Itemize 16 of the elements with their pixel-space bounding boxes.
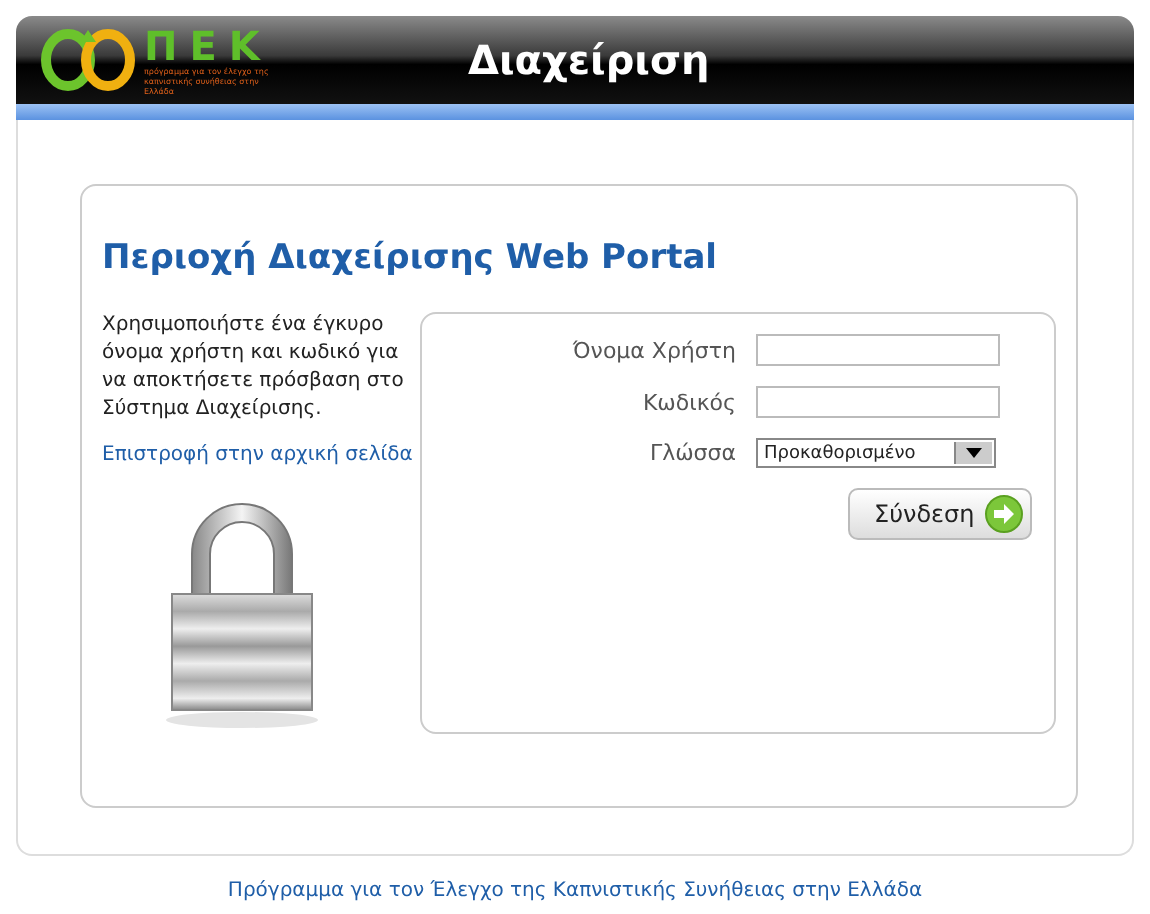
field-label: Γλώσσα bbox=[647, 440, 736, 466]
home-link[interactable]: Επιστροφή στην αρχική σελίδα bbox=[102, 444, 420, 466]
username-field[interactable] bbox=[755, 334, 1000, 366]
logo-icon bbox=[40, 26, 136, 94]
password-field[interactable] bbox=[755, 386, 1000, 418]
footer-text: Πρόγραμμα για τον Έλεγχο της Καπνιστικής Συνήθειας στην Ελλάδα bbox=[225, 880, 925, 902]
page-title: Διαχείριση bbox=[468, 36, 710, 84]
login-button[interactable]: Σύνδεση bbox=[847, 488, 1033, 540]
panel-title: Περιοχή Διαχείρισης Web Portal bbox=[102, 238, 720, 278]
logo-text: ΠΕΚ bbox=[144, 25, 274, 65]
arrow-right-icon bbox=[984, 494, 1025, 534]
caret-icon bbox=[965, 448, 982, 458]
field-label: Κωδικός bbox=[640, 389, 736, 415]
instructions-text: Χρησιμοποιήστε ένα έγκυρο όνομα χρήστη και κωδικό για να αποκτήσετε πρόσβαση στο Σύστημα Διαχείρισης. bbox=[102, 312, 406, 424]
language-dropdown[interactable]: Προκαθορισμένο bbox=[755, 438, 996, 468]
field-label: Όνομα Χρήστη bbox=[570, 337, 736, 363]
